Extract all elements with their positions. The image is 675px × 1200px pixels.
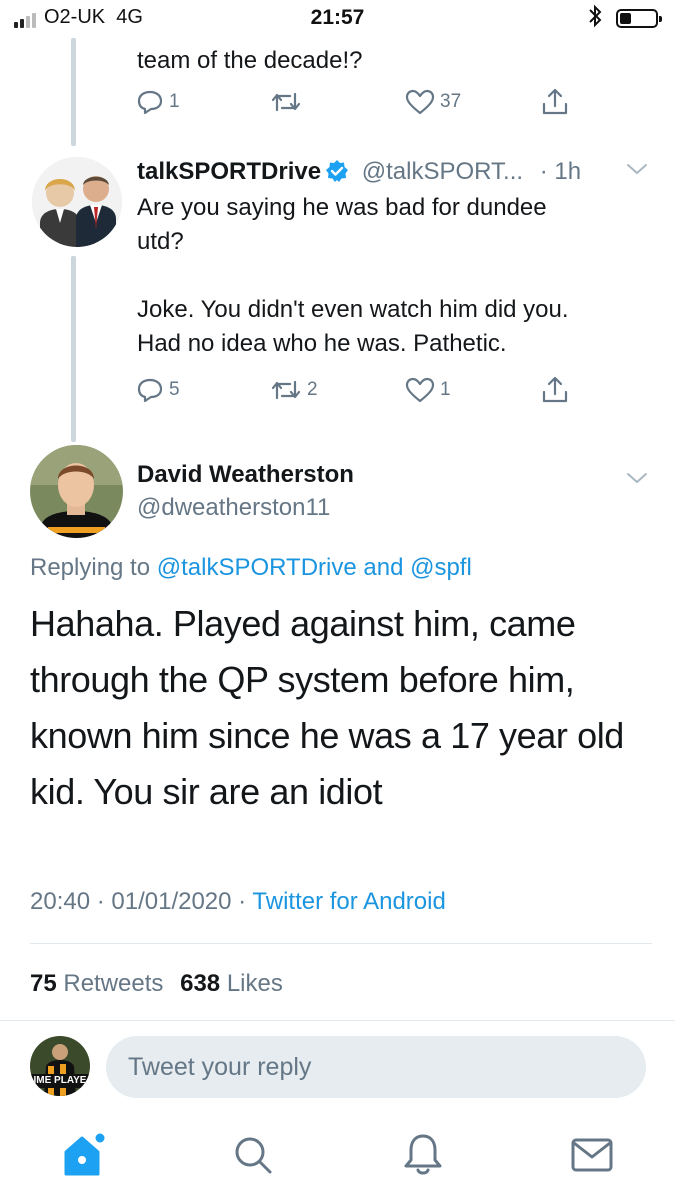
bluetooth-icon [588, 4, 602, 34]
battery-icon [616, 9, 662, 28]
author-name[interactable]: talkSPORTDrive [137, 158, 321, 185]
talksport-avatar[interactable] [32, 157, 122, 247]
messages-icon [571, 1138, 613, 1172]
talksport-header: talkSPORTDrive @talkSPORT... · 1h [137, 155, 657, 189]
status-bar: O2-UK 4G 21:57 [0, 0, 675, 38]
retweet-count: 2 [307, 379, 318, 400]
divider [30, 943, 652, 944]
tab-search[interactable] [232, 1134, 274, 1181]
tab-bar [0, 1118, 675, 1200]
share-icon [542, 376, 568, 403]
reply-icon [137, 378, 163, 403]
tab-messages[interactable] [570, 1136, 614, 1179]
tweet-text-line: utd? [137, 228, 184, 255]
retweet-count: 75 [30, 970, 57, 997]
reply-button[interactable]: 5 [136, 376, 180, 404]
reply-placeholder: Tweet your reply [128, 1053, 312, 1081]
like-button[interactable]: 37 [405, 88, 461, 116]
engagement-stats: 75 Retweets 638 Likes [30, 966, 283, 1002]
likes-stat[interactable]: 638 Likes [180, 970, 283, 997]
tweet-source-link[interactable]: Twitter for Android [252, 888, 445, 915]
retweet-button[interactable] [270, 88, 302, 116]
previous-tweet-text: team of the decade!? [137, 47, 363, 74]
like-label: Likes [226, 970, 283, 997]
tweet-text-line: Hahaha. Played against him, came [30, 603, 576, 644]
tweet-text-line: known him since he was a 17 year old [30, 715, 624, 756]
tweet-meta: 20:40 · 01/01/2020 · Twitter for Android [30, 884, 446, 920]
status-time: 21:57 [310, 6, 365, 29]
tab-home[interactable] [60, 1132, 108, 1183]
like-icon [405, 377, 435, 403]
tweet-text-line: Are you saying he was bad for dundee [137, 194, 547, 221]
tweet-text-line: Joke. You didn't even watch him did you. [137, 296, 569, 323]
author-handle[interactable]: @dweatherston11 [137, 491, 330, 525]
replying-mentions-link[interactable]: @talkSPORTDrive and @spfl [157, 554, 472, 581]
tweet-text-line: through the QP system before him, [30, 659, 575, 700]
tweet-time: · 1h [539, 158, 582, 185]
replying-prefix: Replying to [30, 554, 151, 581]
previous-tweet-actions: 1 37 [0, 86, 675, 122]
main-tweet-text: Hahaha. Played against him, came through… [30, 596, 660, 820]
retweet-icon [271, 380, 301, 400]
like-icon [405, 89, 435, 115]
thread-connector [71, 256, 76, 442]
author-avatar[interactable] [30, 445, 123, 538]
verified-badge-icon [326, 160, 349, 182]
search-icon [235, 1137, 272, 1174]
talksport-tweet-actions: 5 2 1 [0, 374, 675, 410]
reply-icon [137, 90, 163, 115]
replying-to: Replying to @talkSPORTDrive and @spfl [30, 551, 472, 585]
reply-count: 5 [169, 379, 180, 400]
tweet-menu-chevron-icon[interactable] [626, 161, 648, 182]
author-handle[interactable]: @talkSPORT... [362, 158, 523, 185]
divider [0, 1020, 675, 1021]
reply-button[interactable]: 1 [136, 88, 180, 116]
talksport-tweet-text: Are you saying he was bad for dundee utd… [137, 191, 657, 361]
share-button[interactable] [540, 374, 570, 406]
my-avatar[interactable]: IME PLAYE [30, 1036, 90, 1096]
home-icon [64, 1133, 105, 1176]
avatar-overlay-text: IME PLAYE [33, 1075, 87, 1086]
like-count: 638 [180, 970, 221, 997]
share-icon [542, 88, 568, 115]
tweet-text-line: Had no idea who he was. Pathetic. [137, 330, 507, 357]
reply-input[interactable]: Tweet your reply [106, 1036, 646, 1098]
reply-count: 1 [169, 91, 180, 112]
tweet-timestamp: 20:40 · 01/01/2020 · [30, 888, 247, 915]
like-count: 1 [440, 379, 451, 400]
tab-notifications[interactable] [402, 1132, 444, 1181]
author-name[interactable]: David Weatherston [137, 458, 354, 492]
tweet-text-line: kid. You sir are an idiot [30, 771, 383, 812]
retweets-stat[interactable]: 75 Retweets [30, 970, 163, 997]
share-button[interactable] [540, 86, 570, 118]
retweet-button[interactable]: 2 [270, 376, 318, 404]
like-button[interactable]: 1 [405, 376, 451, 404]
tweet-menu-chevron-icon[interactable] [626, 470, 648, 491]
retweet-label: Retweets [63, 970, 164, 997]
retweet-icon [271, 92, 301, 112]
like-count: 37 [440, 91, 462, 112]
notifications-icon [404, 1134, 442, 1175]
